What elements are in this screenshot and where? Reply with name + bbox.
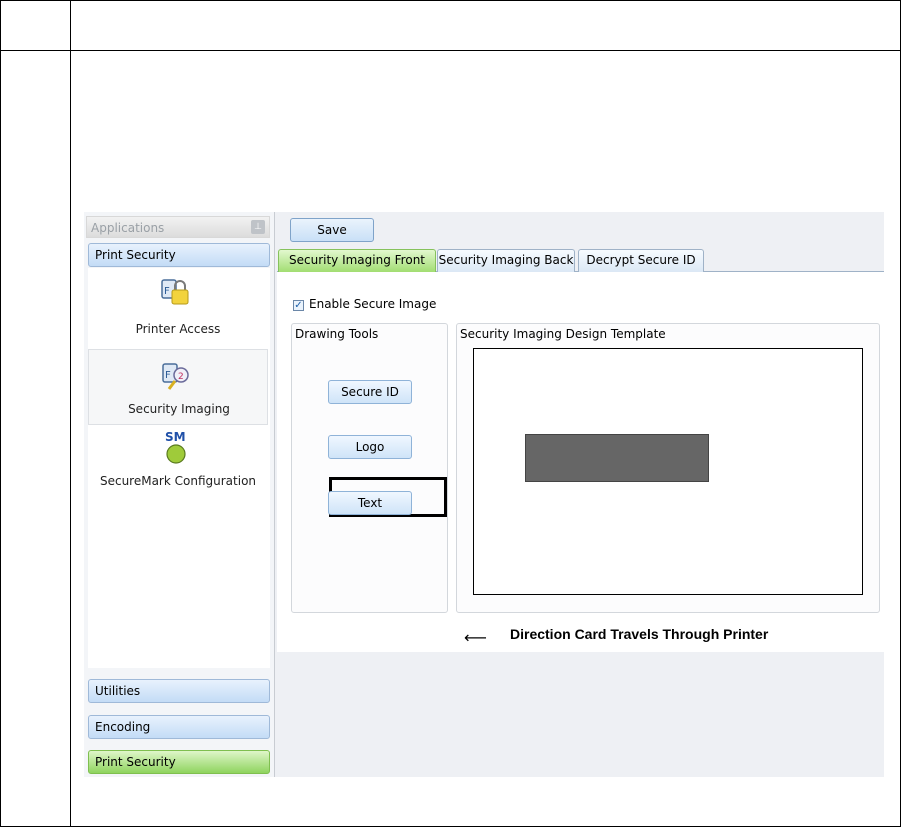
enable-secure-image-label: Enable Secure Image [309,297,437,311]
applications-header-label: Applications [91,221,165,235]
save-button[interactable]: Save [290,218,374,242]
doc-border-left [0,0,1,827]
app-printer-access[interactable]: F Printer Access [88,268,268,344]
svg-text:F: F [165,370,171,381]
security-imaging-icon: F 2 [162,363,189,390]
group-print-security[interactable]: Print Security [88,750,270,774]
text-button[interactable]: Text [328,491,412,515]
tab-security-imaging-back[interactable]: Security Imaging Back [437,249,575,272]
tab-decrypt-secure-id[interactable]: Decrypt Secure ID [578,249,704,272]
drawing-tools-title: Drawing Tools [295,327,379,341]
logo-button[interactable]: Logo [328,435,412,459]
left-arrow-icon: ⟵ [464,628,487,647]
app-securemark-configuration[interactable]: SM SecureMark Configuration [88,428,268,504]
design-canvas[interactable] [473,348,863,595]
secure-id-button[interactable]: Secure ID [328,380,412,404]
app-securemark-configuration-label: SecureMark Configuration [99,474,257,488]
direction-caption: Direction Card Travels Through Printer [510,626,769,642]
svg-text:2: 2 [178,372,184,382]
group-encoding[interactable]: Encoding [88,715,270,739]
securemark-icon: SM [165,430,186,464]
logo-placeholder[interactable] [525,434,709,482]
drawing-tools-group: Drawing Tools Secure ID Logo Text [291,323,448,613]
pin-icon[interactable]: ⊥ [251,220,265,234]
doc-border-top [0,0,901,1]
group-utilities[interactable]: Utilities [88,679,270,703]
securemark-icon-text: SM [165,430,186,444]
printer-access-lock-icon: F [161,279,189,305]
svg-text:F: F [164,286,170,297]
applications-panel: Applications ⊥ Print Security F Printer … [84,212,275,777]
group-print-security-top[interactable]: Print Security [88,243,270,267]
tab-security-imaging-front[interactable]: Security Imaging Front [278,249,436,273]
application-list: F Printer Access F 2 Security Imaging SM… [88,268,270,668]
doc-border-col [70,0,71,827]
design-template-group: Security Imaging Design Template [456,323,880,613]
app-security-imaging-label: Security Imaging [128,402,230,416]
app-security-imaging[interactable]: F 2 Security Imaging [88,349,268,425]
app-printer-access-label: Printer Access [135,322,221,336]
tab-content: ✓ Enable Secure Image Drawing Tools Secu… [277,272,884,652]
app-screenshot: Applications ⊥ Print Security F Printer … [84,212,884,777]
design-template-title: Security Imaging Design Template [460,327,666,341]
enable-secure-image-checkbox[interactable]: ✓ [293,300,304,311]
doc-border-row [0,50,901,51]
applications-header: Applications ⊥ [86,216,270,238]
